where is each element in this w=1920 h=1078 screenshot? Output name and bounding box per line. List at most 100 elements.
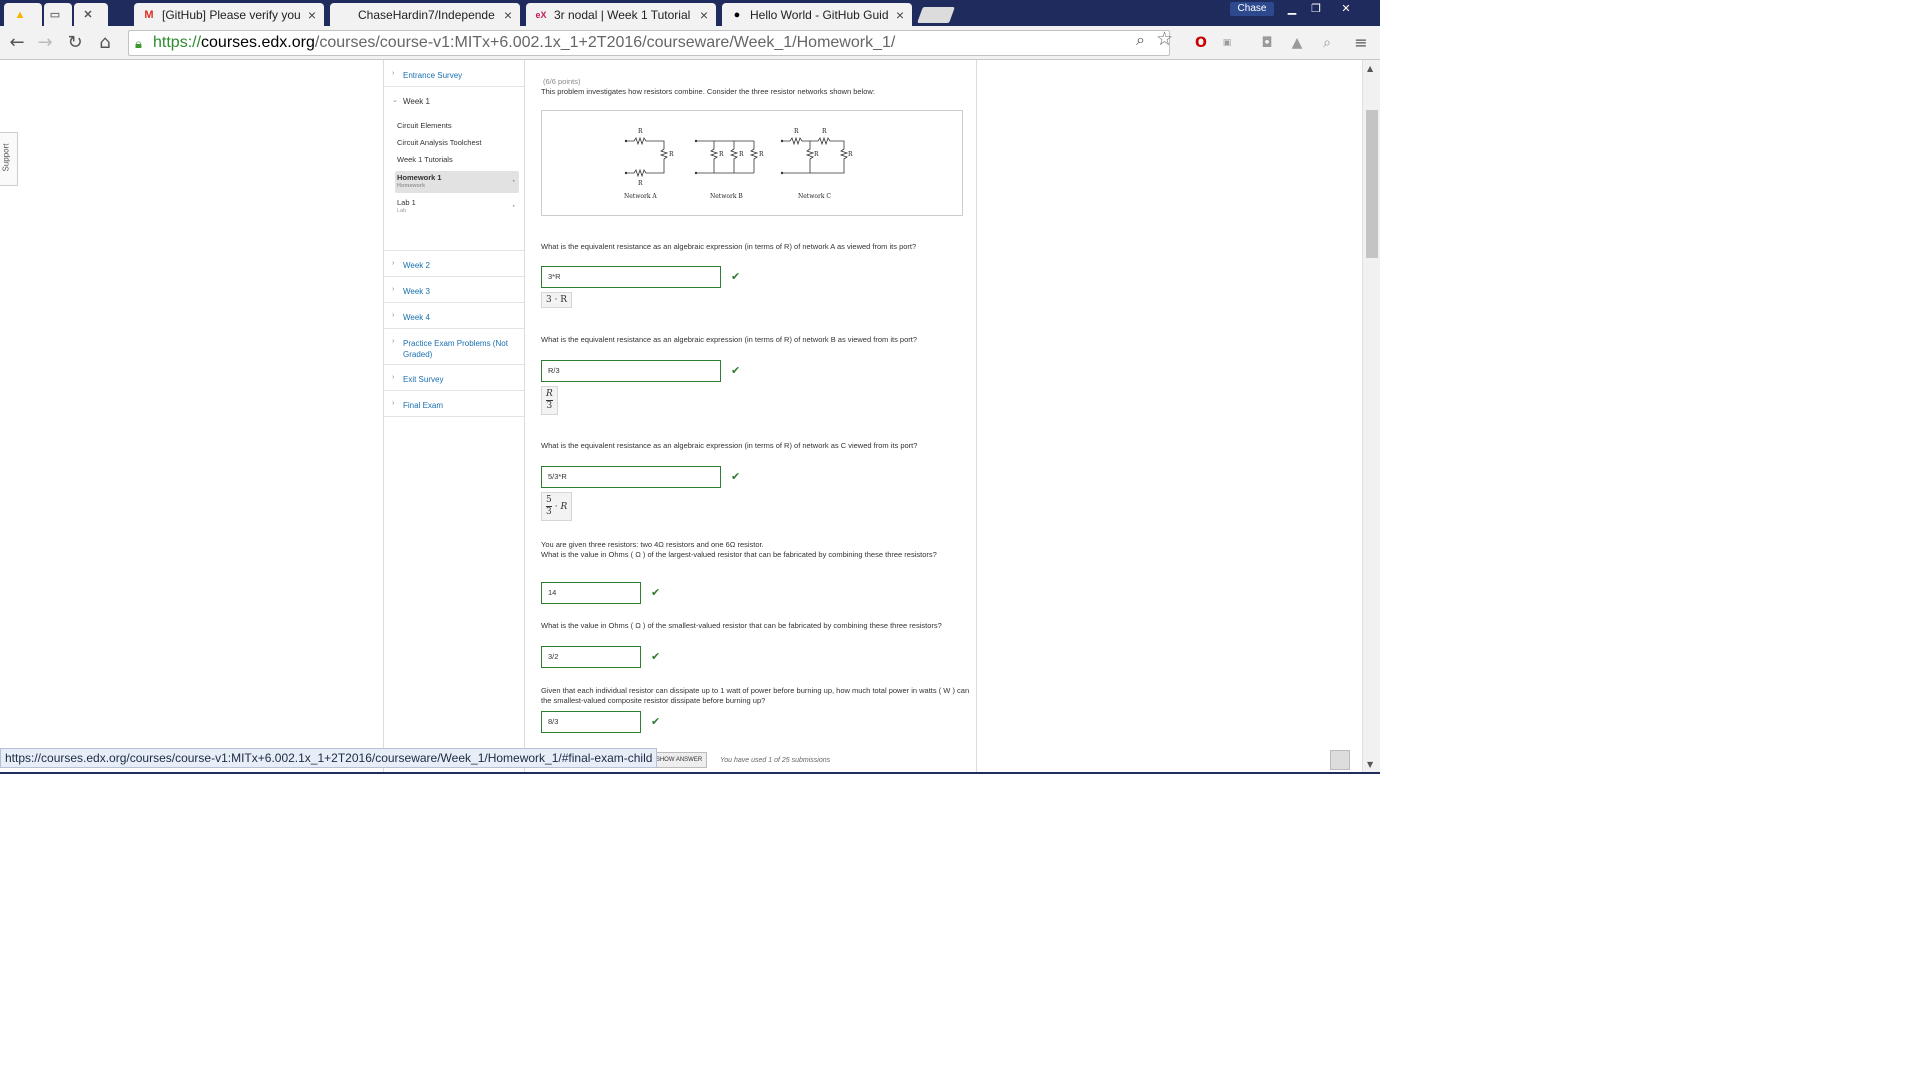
back-arrow-icon[interactable]: ← — [6, 32, 28, 54]
section-circuit-analysis-toolchest[interactable]: Circuit Analysis Toolchest — [395, 138, 519, 150]
correct-check-icon: ✔ — [651, 586, 661, 599]
section-week-1-tutorials[interactable]: Week 1 Tutorials — [395, 155, 519, 167]
tab-strip: ▲ ▭ ✕ M [GitHub] Please verify you × Cha… — [0, 0, 1380, 26]
page-viewport: Support › Entrance Survey ⌄ Week 1 Circu… — [0, 60, 1362, 774]
google-drive-icon: ▲ — [14, 8, 26, 21]
tab-close-icon[interactable]: × — [504, 7, 512, 23]
chapter-title: Practice Exam Problems (Not Graded) — [403, 339, 508, 359]
window-close-icon[interactable]: ✕ — [1336, 2, 1356, 16]
support-label: Support — [1, 143, 11, 172]
chapter-week-4[interactable]: › Week 4 — [384, 303, 524, 329]
answer-input-smallest-ohms[interactable]: 3/2 — [541, 646, 641, 668]
window-bottom-border — [0, 772, 1380, 774]
chapter-week-1[interactable]: ⌄ Week 1 — [384, 87, 524, 251]
tab-close-icon[interactable]: × — [308, 7, 316, 23]
tab-close-icon[interactable]: × — [700, 7, 708, 23]
chapter-final-exam[interactable]: › Final Exam — [384, 391, 524, 417]
resistor-label: R — [822, 128, 827, 135]
resistor-label: R — [759, 151, 764, 158]
restore-icon[interactable]: ❐ — [1306, 2, 1326, 16]
close-icon: ✕ — [83, 9, 93, 21]
resistor-label: R — [848, 151, 853, 158]
search-icon[interactable]: ⌕ — [1136, 30, 1145, 50]
resistor-label: R — [739, 151, 744, 158]
chapter-practice-exam[interactable]: › Practice Exam Problems (Not Graded) — [384, 329, 524, 365]
section-subtitle: Homework — [397, 183, 426, 189]
chapter-title: Entrance Survey — [403, 71, 463, 80]
chapter-week-2[interactable]: › Week 2 — [384, 251, 524, 277]
new-tab-button[interactable] — [917, 7, 955, 23]
show-answer-button[interactable]: SHOW ANSWER — [651, 752, 707, 768]
section-homework-1[interactable]: Homework 1 Homework ◔ — [395, 171, 519, 193]
section-circuit-elements[interactable]: Circuit Elements — [395, 121, 519, 133]
answer-preview: 5 3 · R — [541, 492, 573, 521]
problem-intro: This problem investigates how resistors … — [541, 87, 875, 96]
scroll-up-arrow-icon[interactable]: ▲ — [1367, 64, 1373, 73]
resistor-networks-diagram: R R R R R R R R R R Network A Network B — [624, 128, 853, 200]
tab-title: ChaseHardin7/Independe — [358, 7, 495, 22]
menu-icon[interactable]: ≡ — [1350, 32, 1372, 54]
tab-independent[interactable]: ChaseHardin7/Independe × — [330, 3, 520, 26]
problem-content: (6/6 points) This problem investigates h… — [525, 60, 977, 774]
answer-preview: R 3 — [541, 386, 558, 415]
answer-input-network-c[interactable]: 5/3*R — [541, 466, 721, 488]
tab-title: 3r nodal | Week 1 Tutorial — [554, 7, 691, 22]
gmail-icon: M — [144, 8, 154, 21]
chapter-exit-survey[interactable]: › Exit Survey — [384, 365, 524, 391]
tab-document[interactable]: ▭ — [44, 3, 72, 26]
lock-icon: 🔒︎ — [135, 36, 142, 51]
fraction-denominator: 3 — [546, 401, 553, 411]
url-path: /courses/course-v1:MITx+6.002.1x_1+2T201… — [314, 34, 896, 51]
submissions-count: You have used 1 of 25 submissions — [720, 757, 831, 764]
network-a — [624, 136, 669, 178]
address-bar[interactable]: 🔒︎ https://courses.edx.org/courses/cours… — [128, 30, 1170, 56]
chapter-title: Final Exam — [403, 401, 444, 410]
answer-input-largest-ohms[interactable]: 14 — [541, 582, 641, 604]
tab-edx-tutorial[interactable]: eX 3r nodal | Week 1 Tutorial × — [526, 3, 716, 26]
chapter-title: Exit Survey — [403, 375, 444, 384]
drive-extension-icon[interactable]: ▲ — [1286, 32, 1308, 54]
support-tab[interactable]: Support — [0, 132, 18, 186]
section-title: Circuit Elements — [397, 121, 452, 130]
url-scheme: https:// — [153, 34, 202, 51]
tab-pinned-3[interactable]: ✕ — [74, 3, 108, 26]
chapter-entrance-survey[interactable]: › Entrance Survey — [384, 60, 524, 87]
user-profile-badge[interactable]: Chase — [1230, 2, 1274, 16]
fraction-numerator: R — [546, 389, 553, 401]
minimize-icon[interactable]: ▁ — [1282, 2, 1302, 16]
answer-input-power-watts[interactable]: 8/3 — [541, 711, 641, 733]
url-host: courses.edx.org — [201, 34, 315, 51]
tab-close-icon[interactable]: × — [896, 7, 904, 23]
reload-icon[interactable]: ↻ — [64, 32, 86, 54]
scrollbar-thumb[interactable] — [1366, 110, 1378, 258]
browser-window: ▲ ▭ ✕ M [GitHub] Please verify you × Cha… — [0, 0, 1380, 774]
tab-github-verify[interactable]: M [GitHub] Please verify you × — [134, 3, 324, 26]
answer-input-network-b[interactable]: R/3 — [541, 360, 721, 382]
tab-github-hello[interactable]: ● Hello World - GitHub Guid × — [722, 3, 912, 26]
question-context: You are given three resistors: two 4Ω re… — [541, 540, 764, 549]
bookmark-star-icon[interactable]: ☆ — [1156, 28, 1173, 50]
chapter-week-3[interactable]: › Week 3 — [384, 277, 524, 303]
camera-extension-icon[interactable]: ◘ — [1256, 32, 1278, 54]
scroll-down-arrow-icon[interactable]: ▼ — [1367, 760, 1373, 769]
course-navigation: › Entrance Survey ⌄ Week 1 Circuit Eleme… — [383, 60, 525, 774]
vertical-scrollbar[interactable]: ▲ ▼ — [1362, 60, 1380, 774]
correct-check-icon: ✔ — [731, 470, 741, 483]
network-caption: Network C — [798, 193, 831, 200]
extension-icon[interactable]: ▣ — [1216, 32, 1238, 54]
problem-points: (6/6 points) — [543, 77, 581, 86]
bookmark-tab-icon[interactable] — [1330, 750, 1350, 770]
resistor-label: R — [814, 151, 819, 158]
question-prompt: What is the value in Ohms ( Ω ) of the l… — [541, 550, 937, 559]
opera-extension-icon[interactable]: O — [1190, 32, 1212, 54]
section-lab-1[interactable]: Lab 1 Lab ◔ — [395, 196, 519, 218]
tab-google-drive[interactable]: ▲ — [4, 3, 42, 26]
forward-arrow-icon[interactable]: → — [34, 32, 56, 54]
graded-icon: ◔ — [511, 179, 515, 185]
answer-preview: 3 · R — [541, 292, 573, 308]
home-icon[interactable]: ⌂ — [94, 32, 116, 54]
answer-input-network-a[interactable]: 3*R — [541, 266, 721, 288]
zoom-extension-icon[interactable]: ⌕ — [1316, 32, 1338, 54]
question-prompt: What is the equivalent resistance as an … — [541, 335, 917, 344]
correct-check-icon: ✔ — [651, 650, 661, 663]
